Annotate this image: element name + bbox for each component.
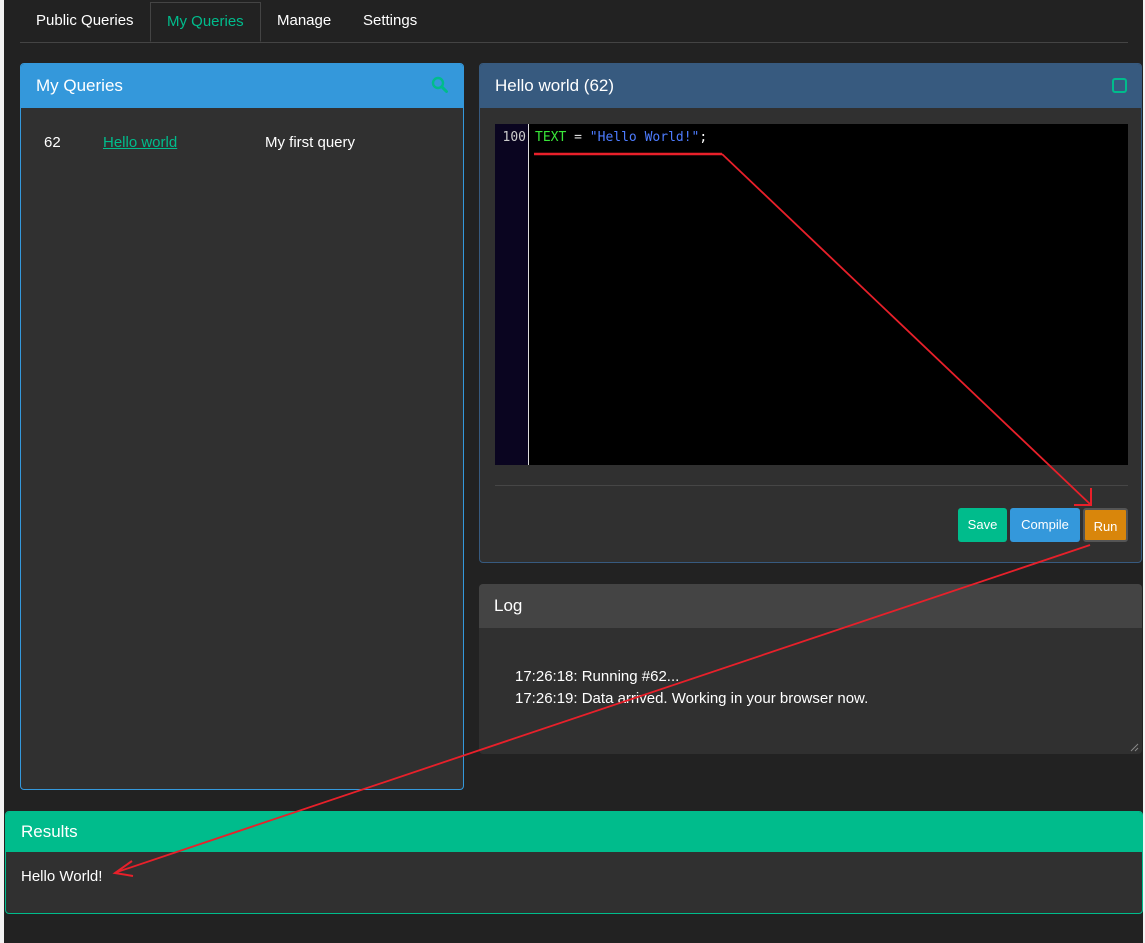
compile-button[interactable]: Compile [1010, 508, 1080, 542]
line-number: 100 [502, 130, 526, 145]
table-row: 62 Hello world My first query [21, 134, 463, 154]
editor-heading: Hello world (62) [480, 64, 1141, 108]
main-tabs: Public Queries My Queries Manage Setting… [20, 2, 1128, 43]
log-panel: Log 17:26:18: Running #62... 17:26:19: D… [479, 584, 1142, 754]
code-semicolon: ; [699, 130, 708, 145]
resize-grip-icon[interactable] [1129, 742, 1139, 752]
editor-panel: Hello world (62) 100 TEXT = "Hello World… [479, 63, 1142, 563]
results-panel: Results Hello World! [5, 811, 1143, 914]
editor-divider [495, 485, 1128, 486]
code-string: "Hello World!" [589, 130, 700, 145]
run-button[interactable]: Run [1083, 508, 1128, 542]
page-left-edge [0, 0, 4, 943]
log-line: 17:26:18: Running #62... [515, 668, 680, 685]
log-title: Log [494, 596, 523, 615]
code-editor[interactable]: 100 TEXT = "Hello World!"; [495, 124, 1128, 465]
tab-settings[interactable]: Settings [347, 2, 433, 41]
query-description: My first query [265, 134, 356, 151]
my-queries-title: My Queries [36, 76, 123, 95]
results-title: Results [21, 822, 78, 841]
my-queries-heading: My Queries [21, 64, 463, 108]
editor-title: Hello world (62) [495, 76, 615, 95]
code-operator: = [566, 130, 590, 145]
tab-public-queries[interactable]: Public Queries [20, 2, 150, 41]
tab-manage[interactable]: Manage [261, 2, 347, 41]
save-button[interactable]: Save [958, 508, 1007, 542]
code-variable: TEXT [535, 130, 567, 145]
results-heading: Results [6, 812, 1142, 852]
search-icon[interactable] [431, 76, 449, 94]
code-line[interactable]: TEXT = "Hello World!"; [535, 130, 707, 145]
maximize-icon[interactable] [1112, 78, 1127, 93]
log-line: 17:26:19: Data arrived. Working in your … [515, 690, 869, 707]
results-output: Hello World! [21, 868, 103, 885]
my-queries-panel: My Queries 62 Hello world My first query [20, 63, 464, 790]
tab-my-queries[interactable]: My Queries [150, 2, 261, 42]
log-heading: Log [479, 584, 1142, 628]
query-link[interactable]: Hello world [103, 134, 177, 151]
query-id: 62 [44, 134, 61, 151]
log-output: 17:26:18: Running #62... 17:26:19: Data … [515, 666, 868, 710]
line-gutter: 100 [495, 124, 529, 465]
